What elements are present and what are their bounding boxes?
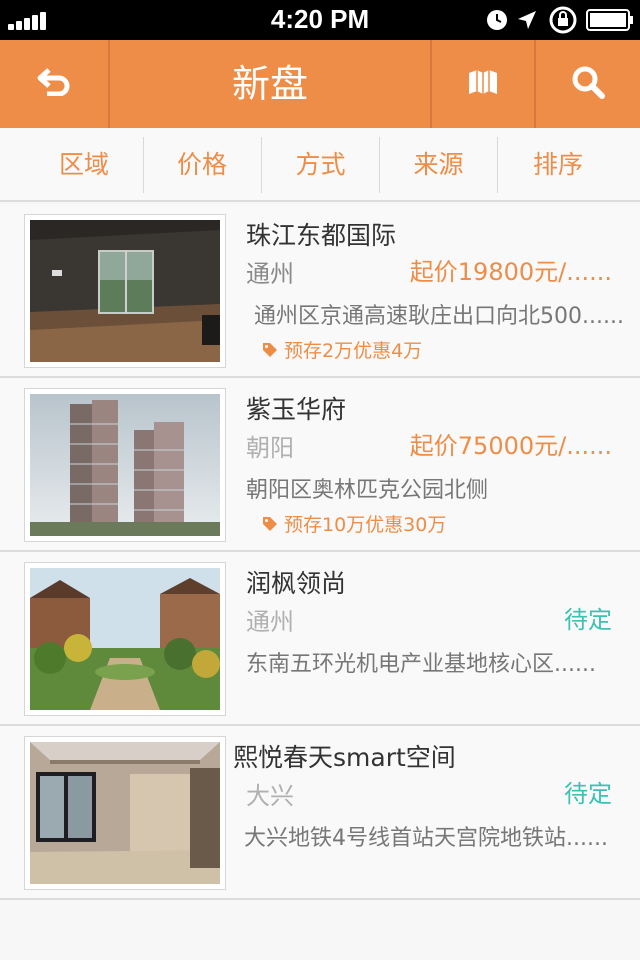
status-time: 4:20 PM: [270, 4, 370, 34]
listing-name: 珠江东都国际: [246, 221, 397, 250]
filter-sort[interactable]: 排序: [498, 136, 618, 194]
listing-item[interactable]: 珠江东都国际 通州 起价19800元/...... 通州区京通高速耿庄出口向北5…: [0, 204, 640, 378]
listing-name: 润枫领尚: [246, 569, 347, 598]
map-button[interactable]: [432, 40, 534, 128]
listing-region: 通州: [246, 608, 294, 636]
filter-price[interactable]: 价格: [144, 136, 260, 194]
listing-name: 熙悦春天smart空间: [233, 743, 456, 772]
listing-promo: 预存2万优惠4万: [262, 336, 422, 363]
tag-icon: [263, 342, 277, 357]
listing-region: 大兴: [246, 782, 294, 810]
location-arrow-icon: [516, 9, 538, 35]
filter-region[interactable]: 区域: [26, 136, 142, 194]
listing-region: 朝阳: [246, 434, 294, 462]
listing-item[interactable]: 紫玉华府 朝阳 起价75000元/...... 朝阳区奥林匹克公园北侧 预存10…: [0, 378, 640, 552]
page-title: 新盘: [231, 62, 308, 106]
listing-address: 通州区京通高速耿庄出口向北500......: [254, 304, 624, 329]
listing-photo: [30, 220, 220, 362]
listing-thumbnail: [24, 388, 226, 542]
listing-price: 起价75000元/......: [409, 432, 612, 460]
filter-source[interactable]: 来源: [380, 136, 497, 194]
listing-thumbnail: [24, 214, 226, 368]
listing-item[interactable]: 润枫领尚 通州 待定 东南五环光机电产业基地核心区......: [0, 552, 640, 726]
listing-photo: [30, 568, 220, 710]
app-header: 新盘: [0, 40, 640, 128]
listing-address: 大兴地铁4号线首站天宫院地铁站......: [244, 826, 608, 851]
tag-icon: [263, 516, 277, 531]
rotation-lock-icon: [548, 6, 578, 38]
filter-method[interactable]: 方式: [262, 136, 379, 194]
listing-address: 朝阳区奥林匹克公园北侧: [246, 478, 489, 503]
search-icon: [571, 65, 605, 103]
listing-photo: [30, 394, 220, 536]
back-arrow-icon: [37, 68, 71, 100]
clock-icon: [486, 9, 508, 35]
listing-price: 待定: [564, 780, 612, 808]
promo-text: 预存10万优惠30万: [284, 514, 447, 536]
battery-icon: [586, 9, 634, 35]
map-icon: [468, 69, 498, 99]
listing-name: 紫玉华府: [246, 395, 347, 424]
listing-thumbnail: [24, 562, 226, 716]
listing-price: 起价19800元/......: [409, 258, 612, 286]
listing-price: 待定: [564, 606, 612, 634]
promo-text: 预存2万优惠4万: [284, 340, 423, 362]
listing-address: 东南五环光机电产业基地核心区......: [246, 652, 596, 677]
listing-photo: [30, 742, 220, 884]
back-button[interactable]: [0, 40, 108, 128]
listing-region: 通州: [246, 260, 294, 288]
search-button[interactable]: [536, 40, 640, 128]
listing-item[interactable]: 熙悦春天smart空间 大兴 待定 大兴地铁4号线首站天宫院地铁站......: [0, 726, 640, 900]
listing-thumbnail: [24, 736, 226, 890]
status-bar: 4:20 PM: [0, 0, 640, 40]
filter-bar: 区域 价格 方式 来源 排序: [0, 128, 640, 202]
listing-promo: 预存10万优惠30万: [262, 510, 446, 537]
